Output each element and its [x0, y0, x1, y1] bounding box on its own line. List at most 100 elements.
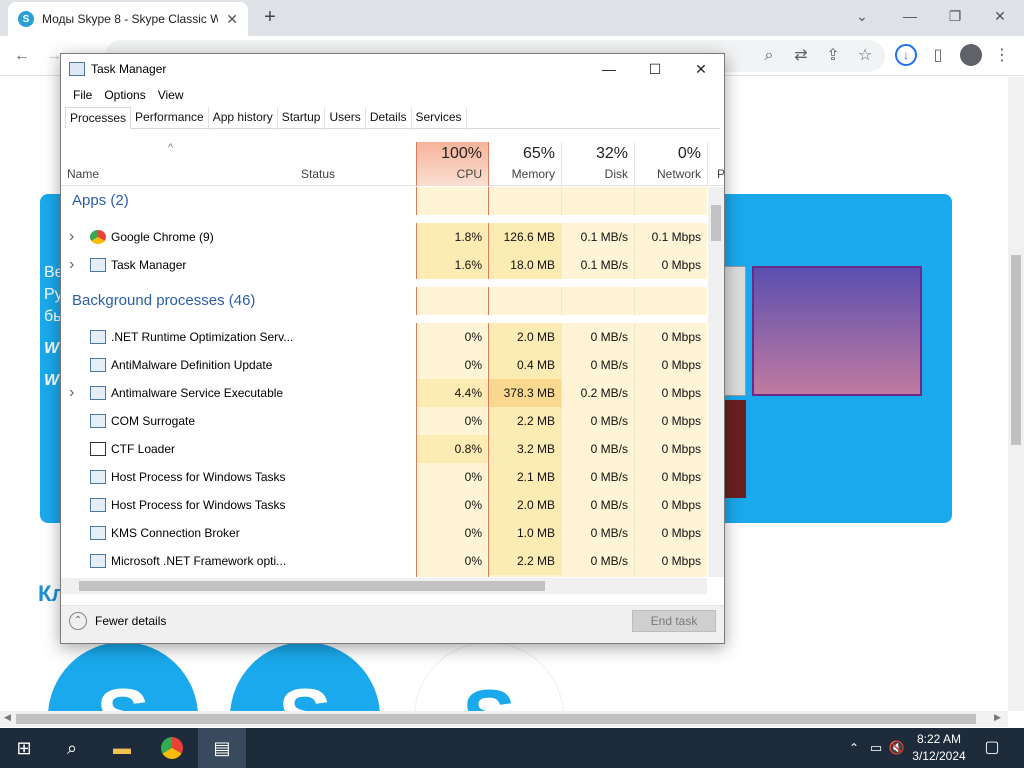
cell-memory: 18.0 MB: [489, 251, 562, 279]
cell-memory: 2.0 MB: [489, 323, 562, 351]
browser-tabstrip: S Моды Skype 8 - Skype Classic W ✕ + ⌄ —…: [0, 0, 1024, 36]
service-icon: [90, 526, 106, 540]
process-row[interactable]: 0.8% 3.2 MB 0 MB/s 0 Mbps CTF Loader: [61, 435, 707, 463]
cell-memory: [489, 575, 562, 577]
process-row[interactable]: 0% 2.0 MB 0 MB/s 0 Mbps Host Process for Win…: [61, 491, 707, 519]
ctf-icon: [90, 442, 106, 456]
tab-services[interactable]: Services: [412, 107, 467, 129]
cell-network: [635, 187, 707, 215]
windows-taskbar: ⊞ ⌕ ▬ ▤ ⌃ ▭ 🔇 8:22 AM 3/12/2024 ▢: [0, 728, 1024, 768]
expand-arrow-icon[interactable]: ›: [69, 379, 74, 407]
page-vertical-scroll-thumb[interactable]: [1011, 255, 1021, 445]
browser-restore-button[interactable]: ❐: [935, 4, 975, 28]
cell-disk: 0 MB/s: [562, 491, 635, 519]
tab-processes[interactable]: Processes: [65, 107, 132, 129]
process-row[interactable]: 0% 2.1 MB 0 MB/s 0 Mbps Host Process for Win…: [61, 463, 707, 491]
column-power[interactable]: P: [713, 142, 725, 186]
cell-memory: 1.0 MB: [489, 519, 562, 547]
scroll-left-icon[interactable]: ◀: [4, 712, 11, 723]
new-tab-button[interactable]: +: [258, 6, 282, 29]
menu-icon[interactable]: ⋮: [990, 44, 1014, 68]
process-list: Apps (2) 1.8% 126.6 MB 0.1 MB/s 0.1 Mbps › Goo…: [61, 187, 707, 577]
cell-network: 0 Mbps: [635, 251, 707, 279]
column-cpu[interactable]: 100% CPU: [416, 142, 489, 186]
menu-file[interactable]: File: [67, 88, 98, 102]
share-icon[interactable]: ⇪: [821, 44, 845, 68]
list-hscroll-thumb[interactable]: [79, 581, 545, 591]
column-memory[interactable]: 65% Memory: [489, 142, 562, 186]
process-row[interactable]: 0% 2.0 MB 0 MB/s 0 Mbps .NET Runtime Optimiz…: [61, 323, 707, 351]
list-vertical-scrollbar[interactable]: [708, 187, 724, 577]
system-clock[interactable]: 8:22 AM 3/12/2024: [908, 731, 970, 765]
skype-logo: S: [48, 642, 198, 711]
service-icon: [90, 358, 106, 372]
menu-view[interactable]: View: [152, 88, 190, 102]
menu-options[interactable]: Options: [98, 88, 151, 102]
cell-disk: [562, 287, 635, 315]
tab-startup[interactable]: Startup: [278, 107, 326, 129]
task-manager-window: Task Manager — ☐ ✕ File Options View Pro…: [60, 53, 725, 644]
cell-network: 0 Mbps: [635, 463, 707, 491]
list-scroll-thumb[interactable]: [711, 205, 721, 241]
column-network[interactable]: 0% Network: [635, 142, 708, 186]
sidebar-icon[interactable]: ▯: [926, 44, 950, 68]
browser-tab[interactable]: S Моды Skype 8 - Skype Classic W ✕: [8, 2, 248, 36]
process-name: Google Chrome (9): [111, 230, 214, 244]
tab-users[interactable]: Users: [325, 107, 366, 129]
cell-memory: 126.6 MB: [489, 223, 562, 251]
cell-cpu: 0%: [416, 491, 489, 519]
back-icon[interactable]: ←: [10, 44, 34, 68]
browser-close-button[interactable]: ✕: [980, 4, 1020, 28]
expand-arrow-icon[interactable]: ›: [69, 251, 74, 279]
process-row[interactable]: 1.8% 126.6 MB 0.1 MB/s 0.1 Mbps › Google Chro…: [61, 223, 707, 251]
tab-app-history[interactable]: App history: [209, 107, 278, 129]
download-icon[interactable]: ↓: [895, 44, 917, 66]
process-row[interactable]: 0% 2.2 MB 0 MB/s 0 Mbps Microsoft .NET Frame…: [61, 547, 707, 575]
maximize-button[interactable]: ☐: [632, 54, 678, 84]
search-icon[interactable]: ⌕: [48, 728, 96, 768]
translate-icon[interactable]: ⇄: [789, 44, 813, 68]
close-button[interactable]: ✕: [678, 54, 724, 84]
screenshot-thumbnail: [724, 266, 746, 396]
taskmanager-icon[interactable]: ▤: [198, 728, 246, 768]
service-icon: [90, 386, 106, 400]
process-row[interactable]: 0% 2.2 MB 0 MB/s 0 Mbps COM Surrogate: [61, 407, 707, 435]
notifications-icon[interactable]: ▢: [968, 728, 1016, 768]
browser-minimize-button[interactable]: —: [890, 4, 930, 28]
process-row[interactable]: [61, 575, 707, 577]
process-name: Host Process for Windows Tasks: [111, 498, 286, 512]
tab-close-icon[interactable]: ✕: [226, 11, 238, 28]
cell-memory: 2.0 MB: [489, 491, 562, 519]
cell-cpu: 0%: [416, 323, 489, 351]
expand-arrow-icon[interactable]: ›: [69, 223, 74, 251]
column-name[interactable]: Name: [67, 167, 99, 181]
tab-bar: Processes Performance App history Startu…: [65, 107, 720, 129]
process-row[interactable]: 1.6% 18.0 MB 0.1 MB/s 0 Mbps › Task Manager: [61, 251, 707, 279]
group-header[interactable]: Apps (2): [61, 187, 707, 215]
minimize-button[interactable]: —: [586, 54, 632, 84]
fewer-details-button[interactable]: ⌃ Fewer details: [69, 612, 166, 630]
service-icon: [90, 414, 106, 428]
list-horizontal-scrollbar[interactable]: [61, 578, 707, 594]
process-row[interactable]: 4.4% 378.3 MB 0.2 MB/s 0 Mbps › Antimalware S…: [61, 379, 707, 407]
process-row[interactable]: 0% 0.4 MB 0 MB/s 0 Mbps AntiMalware Definiti…: [61, 351, 707, 379]
file-explorer-icon[interactable]: ▬: [98, 728, 146, 768]
profile-icon[interactable]: [960, 44, 982, 66]
chrome-icon[interactable]: [148, 728, 196, 768]
search-icon[interactable]: ⌕: [757, 44, 781, 68]
service-icon: [90, 498, 106, 512]
end-task-button[interactable]: End task: [632, 610, 716, 632]
cell-cpu: 1.6%: [416, 251, 489, 279]
group-header[interactable]: Background processes (46): [61, 287, 707, 315]
page-horizontal-scroll-thumb[interactable]: [16, 714, 976, 724]
column-status[interactable]: Status: [301, 167, 335, 181]
column-disk[interactable]: 32% Disk: [562, 142, 635, 186]
cell-disk: 0 MB/s: [562, 547, 635, 575]
windows-start-icon[interactable]: ⊞: [0, 728, 48, 768]
tab-performance[interactable]: Performance: [131, 107, 209, 129]
star-icon[interactable]: ☆: [853, 44, 877, 68]
chevron-down-icon[interactable]: ⌄: [842, 4, 882, 28]
process-row[interactable]: 0% 1.0 MB 0 MB/s 0 Mbps KMS Connection Broke…: [61, 519, 707, 547]
tab-details[interactable]: Details: [366, 107, 412, 129]
scroll-right-icon[interactable]: ▶: [994, 712, 1001, 723]
